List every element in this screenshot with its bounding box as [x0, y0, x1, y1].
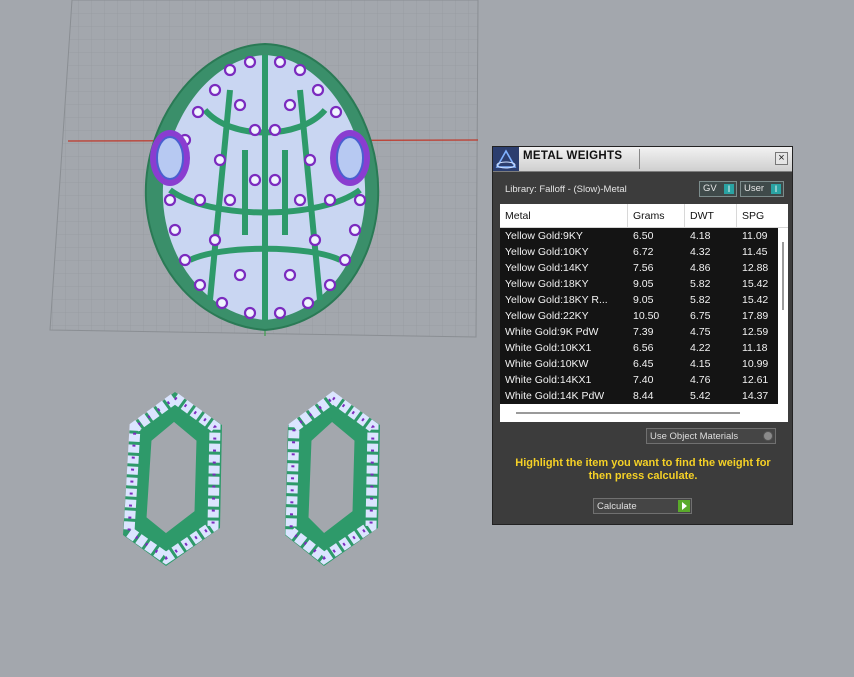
- library-label: Library: Falloff - (Slow)-Metal: [505, 184, 627, 195]
- dwt-cell: 4.22: [690, 342, 711, 354]
- metal-cell: Yellow Gold:9KY: [505, 230, 583, 242]
- metal-cell: Yellow Gold:22KY: [505, 310, 589, 322]
- radio-knob-icon: [763, 431, 773, 441]
- dwt-cell: 4.18: [690, 230, 711, 242]
- dwt-cell: 4.15: [690, 358, 711, 370]
- spg-cell: 12.59: [742, 326, 769, 338]
- grams-cell: 6.56: [633, 342, 654, 354]
- title-separator: [639, 149, 640, 169]
- calculate-label: Calculate: [597, 501, 637, 512]
- spg-cell: 11.45: [742, 246, 768, 258]
- grams-cell: 6.72: [633, 246, 654, 258]
- spg-cell: 11.09: [742, 230, 768, 242]
- column-header-grams[interactable]: Grams: [633, 210, 665, 222]
- close-icon: ×: [778, 152, 785, 164]
- use-object-materials-toggle[interactable]: Use Object Materials: [646, 428, 776, 444]
- grams-cell: 10.50: [633, 310, 660, 322]
- table-body: Yellow Gold:9KY 6.50 4.18 11.09 Yellow Gold:…: [500, 228, 778, 404]
- horizontal-scrollbar[interactable]: [500, 404, 788, 422]
- spg-cell: 10.99: [742, 358, 769, 370]
- materials-label: Use Object Materials: [650, 431, 739, 442]
- metal-cell: White Gold:9K PdW: [505, 326, 599, 338]
- dwt-cell: 5.42: [690, 390, 711, 402]
- table-row[interactable]: Yellow Gold:10KY 6.72 4.32 11.45: [500, 244, 778, 260]
- spg-cell: 12.88: [742, 262, 769, 274]
- user-toggle-label: User: [744, 183, 765, 194]
- dwt-cell: 5.82: [690, 278, 711, 290]
- grams-cell: 7.56: [633, 262, 654, 274]
- column-header-dwt[interactable]: DWT: [690, 210, 714, 222]
- table-header: Metal Grams DWT SPG: [500, 204, 788, 228]
- user-toggle[interactable]: User I: [740, 181, 784, 197]
- table-row[interactable]: Yellow Gold:14KY 7.56 4.86 12.88: [500, 260, 778, 276]
- grams-cell: 7.39: [633, 326, 654, 338]
- vertical-scrollbar[interactable]: [778, 228, 788, 398]
- table-row[interactable]: White Gold:9K PdW 7.39 4.75 12.59: [500, 324, 778, 340]
- dwt-cell: 4.32: [690, 246, 711, 258]
- column-header-spg[interactable]: SPG: [742, 210, 764, 222]
- play-arrow-icon: [678, 500, 690, 512]
- close-button[interactable]: ×: [775, 152, 788, 165]
- table-row[interactable]: Yellow Gold:18KY R... 9.05 5.82 15.42: [500, 292, 778, 308]
- panel-titlebar[interactable]: METAL WEIGHTS ×: [493, 147, 792, 172]
- dwt-cell: 4.75: [690, 326, 711, 338]
- metal-cell: Yellow Gold:10KY: [505, 246, 589, 258]
- toggle-switch-icon: I: [771, 184, 781, 194]
- dwt-cell: 4.76: [690, 374, 711, 386]
- grams-cell: 6.45: [633, 358, 654, 370]
- table-row[interactable]: Yellow Gold:18KY 9.05 5.82 15.42: [500, 276, 778, 292]
- toggle-switch-icon: I: [724, 184, 734, 194]
- grams-cell: 7.40: [633, 374, 654, 386]
- table-row[interactable]: Yellow Gold:22KY 10.50 6.75 17.89: [500, 308, 778, 324]
- app-logo-icon: [493, 147, 519, 171]
- hexagon-frame-right[interactable]: [285, 391, 380, 566]
- dwt-cell: 6.75: [690, 310, 711, 322]
- table-row[interactable]: White Gold:14KX1 7.40 4.76 12.61: [500, 372, 778, 388]
- grams-cell: 9.05: [633, 294, 654, 306]
- spg-cell: 15.42: [742, 294, 769, 306]
- metal-cell: White Gold:14KX1: [505, 374, 592, 386]
- dwt-cell: 5.82: [690, 294, 711, 306]
- metal-cell: Yellow Gold:18KY: [505, 278, 589, 290]
- metal-cell: Yellow Gold:18KY R...: [505, 294, 608, 306]
- metal-table: Metal Grams DWT SPG Yellow Gold:9KY 6.50 4…: [500, 204, 788, 422]
- gv-toggle-label: GV: [703, 183, 717, 194]
- spg-cell: 15.42: [742, 278, 769, 290]
- hexagon-frame-left[interactable]: [123, 391, 222, 566]
- metal-cell: White Gold:14K PdW: [505, 390, 605, 402]
- column-header-metal[interactable]: Metal: [505, 210, 531, 222]
- panel-title: METAL WEIGHTS: [523, 150, 623, 162]
- scrollbar-thumb[interactable]: [782, 242, 784, 310]
- grams-cell: 9.05: [633, 278, 654, 290]
- side-gem-right: [330, 130, 370, 186]
- table-row[interactable]: White Gold:10KW 6.45 4.15 10.99: [500, 356, 778, 372]
- grams-cell: 6.50: [633, 230, 654, 242]
- spg-cell: 12.61: [742, 374, 769, 386]
- metal-cell: Yellow Gold:14KY: [505, 262, 589, 274]
- side-gem-left: [150, 130, 190, 186]
- metal-weights-panel: METAL WEIGHTS × Library: Falloff - (Slow…: [492, 146, 793, 525]
- spg-cell: 14.37: [742, 390, 769, 402]
- table-row[interactable]: Yellow Gold:9KY 6.50 4.18 11.09: [500, 228, 778, 244]
- spg-cell: 17.89: [742, 310, 769, 322]
- scrollbar-thumb[interactable]: [516, 412, 740, 414]
- instruction-text: Highlight the item you want to find the …: [515, 457, 771, 482]
- metal-cell: White Gold:10KW: [505, 358, 589, 370]
- grams-cell: 8.44: [633, 390, 654, 402]
- gv-toggle[interactable]: GV I: [699, 181, 737, 197]
- table-row[interactable]: White Gold:10KX1 6.56 4.22 11.18: [500, 340, 778, 356]
- metal-cell: White Gold:10KX1: [505, 342, 592, 354]
- table-row[interactable]: White Gold:14K PdW 8.44 5.42 14.37: [500, 388, 778, 404]
- dwt-cell: 4.86: [690, 262, 711, 274]
- calculate-button[interactable]: Calculate: [593, 498, 692, 514]
- spg-cell: 11.18: [742, 342, 768, 354]
